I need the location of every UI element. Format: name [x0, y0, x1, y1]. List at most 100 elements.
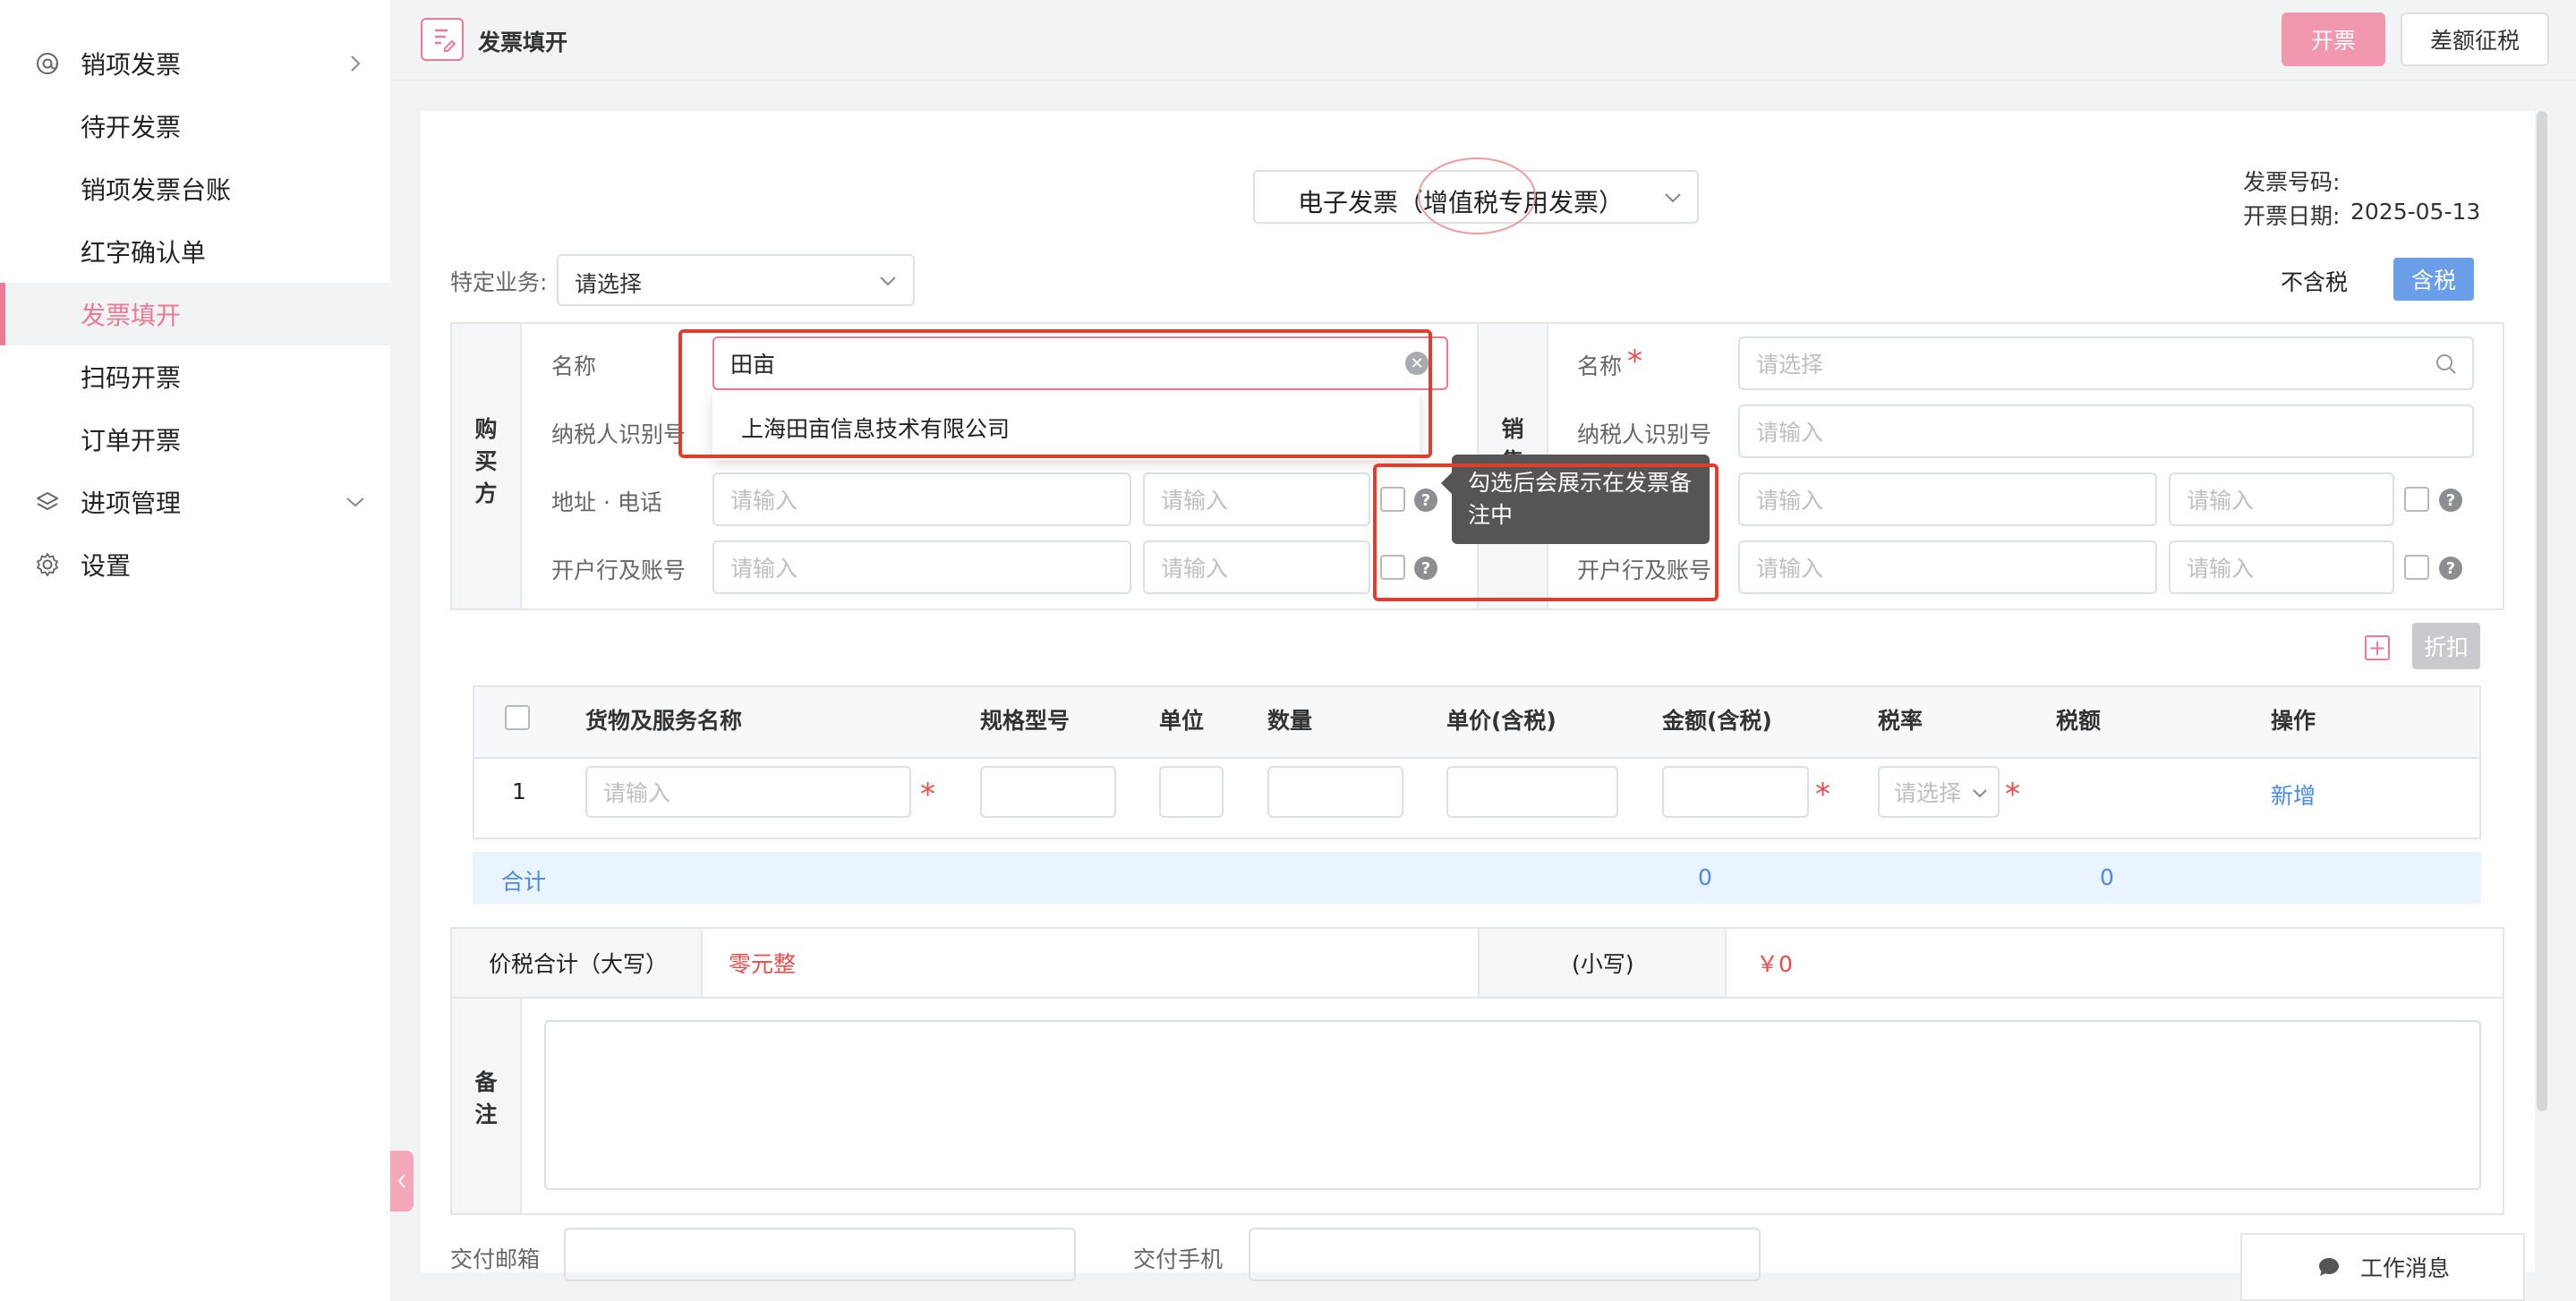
delivery-email-input[interactable] [564, 1228, 1076, 1281]
quantity-input[interactable] [1267, 766, 1403, 818]
help-icon[interactable]: ? [2439, 557, 2462, 580]
sidebar-item-label: 销项发票 [81, 50, 182, 80]
seller-address-input[interactable]: 请输入 [1738, 472, 2157, 526]
buyer-taxid-label: 纳税人识别号 [551, 421, 687, 447]
invoice-number-label: 发票号码: [2243, 169, 2341, 195]
sidebar-group-sales-invoice[interactable]: 销项发票 [0, 32, 390, 95]
sidebar-item-label: 设置 [81, 551, 132, 581]
sidebar-item-label: 待开发票 [81, 113, 182, 142]
seller-address-show-checkbox[interactable] [2404, 487, 2429, 512]
chevron-down-icon [1973, 789, 1987, 798]
select-all-checkbox[interactable] [505, 705, 530, 730]
col-header-name: 货物及服务名称 [585, 708, 743, 734]
seller-phone-input[interactable]: 请输入 [2169, 472, 2394, 526]
buyer-phone-input[interactable]: 请输入 [1143, 472, 1370, 526]
sidebar-item-label: 订单开票 [81, 426, 182, 455]
required-mark: * [1627, 344, 1642, 379]
seller-bank-input[interactable]: 请输入 [1738, 540, 2157, 594]
layers-icon [37, 492, 58, 510]
sidebar-item-label: 进项管理 [81, 489, 182, 518]
tax-included-toggle[interactable]: 含税 [2393, 258, 2474, 301]
item-name-input[interactable]: 请输入 [585, 766, 911, 818]
buyer-address-input[interactable]: 请输入 [712, 472, 1131, 526]
tax-rate-select[interactable]: 请选择 [1878, 766, 2000, 818]
chevron-right-icon [351, 55, 361, 72]
add-row-icon[interactable]: + [2365, 635, 2390, 660]
sidebar-item-red-confirmation[interactable]: 红字确认单 [0, 220, 390, 283]
row-index: 1 [512, 778, 526, 804]
add-item-link[interactable]: 新增 [2271, 778, 2316, 811]
scrollbar[interactable] [2537, 111, 2547, 1111]
issue-invoice-button[interactable]: 开票 [2282, 13, 2385, 66]
spec-input[interactable] [980, 766, 1116, 818]
discount-button[interactable]: 折扣 [2412, 623, 2480, 669]
delivery-phone-input[interactable] [1249, 1228, 1761, 1281]
required-mark: * [920, 777, 935, 812]
col-header-unit: 单位 [1159, 708, 1205, 734]
capital-total-value: 零元整 [729, 951, 797, 977]
sidebar-item-scan-invoice[interactable]: 扫码开票 [0, 345, 390, 408]
remark-textarea[interactable] [544, 1020, 2481, 1190]
special-business-value: 请选择 [575, 271, 643, 297]
col-header-quantity: 数量 [1267, 708, 1313, 734]
seller-name-select[interactable]: 请选择 [1738, 336, 2474, 390]
buyer-name-label: 名称 [551, 353, 597, 379]
required-mark: * [2005, 777, 2020, 812]
sidebar-collapse-toggle[interactable] [390, 1151, 414, 1212]
buyer-bank-label: 开户行及账号 [551, 557, 687, 583]
chevron-down-icon [1665, 193, 1681, 203]
total-label: 合计 [501, 869, 547, 895]
work-message-button[interactable]: 工作消息 [2240, 1233, 2525, 1301]
document-edit-icon [421, 18, 464, 61]
small-total-value: ￥0 [1756, 951, 1793, 977]
col-header-amount: 金额(含税) [1662, 708, 1772, 734]
seller-taxid-input[interactable]: 请输入 [1738, 404, 2474, 458]
invoice-date-value: 2025-05-13 [2350, 199, 2481, 225]
difference-tax-button[interactable]: 差额征税 [2401, 13, 2549, 66]
unit-input[interactable] [1159, 766, 1224, 818]
seller-bank-show-checkbox[interactable] [2404, 555, 2429, 580]
total-row [473, 852, 2481, 904]
col-header-action: 操作 [2271, 708, 2316, 734]
sidebar-item-pending-invoice[interactable]: 待开发票 [0, 95, 390, 157]
delivery-phone-label: 交付手机 [1133, 1246, 1224, 1272]
col-header-tax-rate: 税率 [1878, 708, 1923, 734]
seller-account-input[interactable]: 请输入 [2169, 540, 2394, 594]
unit-price-input[interactable] [1446, 766, 1618, 818]
buyer-bank-input[interactable]: 请输入 [712, 540, 1131, 594]
capital-total-label: 价税合计（大写） [489, 951, 669, 977]
annotation-box-buyer-name [678, 329, 1432, 458]
sidebar-item-label: 销项发票台账 [81, 175, 232, 205]
special-business-select[interactable]: 请选择 [557, 254, 915, 306]
sidebar: 销项发票 待开发票 销项发票台账 红字确认单 发票填开 扫码开票 订单开票 进项… [0, 0, 390, 1301]
delivery-email-label: 交付邮箱 [450, 1246, 541, 1272]
sidebar-item-order-invoice[interactable]: 订单开票 [0, 408, 390, 471]
buyer-side-label: 购买方 [474, 416, 498, 506]
annotation-circle [1418, 157, 1536, 234]
page-title: 发票填开 [478, 30, 568, 55]
tax-excluded-toggle[interactable]: 不含税 [2281, 265, 2348, 297]
sidebar-item-label: 扫码开票 [81, 363, 182, 393]
sidebar-item-invoice-ledger[interactable]: 销项发票台账 [0, 157, 390, 220]
sidebar-item-label: 发票填开 [81, 301, 182, 330]
help-icon[interactable]: ? [2439, 489, 2462, 512]
top-bar [390, 0, 2576, 81]
amount-input[interactable] [1662, 766, 1809, 818]
chevron-down-icon [346, 497, 364, 507]
chevron-left-icon [397, 1174, 405, 1188]
buyer-account-input[interactable]: 请输入 [1143, 540, 1370, 594]
col-header-unit-price: 单价(含税) [1446, 708, 1557, 734]
gear-icon [37, 553, 58, 576]
chat-bubble-icon [2318, 1258, 2339, 1276]
tax-rate-placeholder: 请选择 [1894, 780, 1962, 806]
at-icon [37, 53, 58, 74]
buyer-address-label: 地址 · 电话 [551, 489, 662, 515]
sidebar-item-invoice-fill[interactable]: 发票填开 [0, 283, 390, 345]
chevron-down-icon [880, 276, 896, 286]
work-message-label: 工作消息 [2359, 1255, 2450, 1281]
remark-label: 备注 [474, 1069, 498, 1127]
total-amount: 0 [1698, 864, 1712, 890]
sidebar-group-input-management[interactable]: 进项管理 [0, 471, 390, 533]
small-total-label: (小写) [1572, 951, 1634, 977]
sidebar-item-settings[interactable]: 设置 [0, 533, 390, 596]
